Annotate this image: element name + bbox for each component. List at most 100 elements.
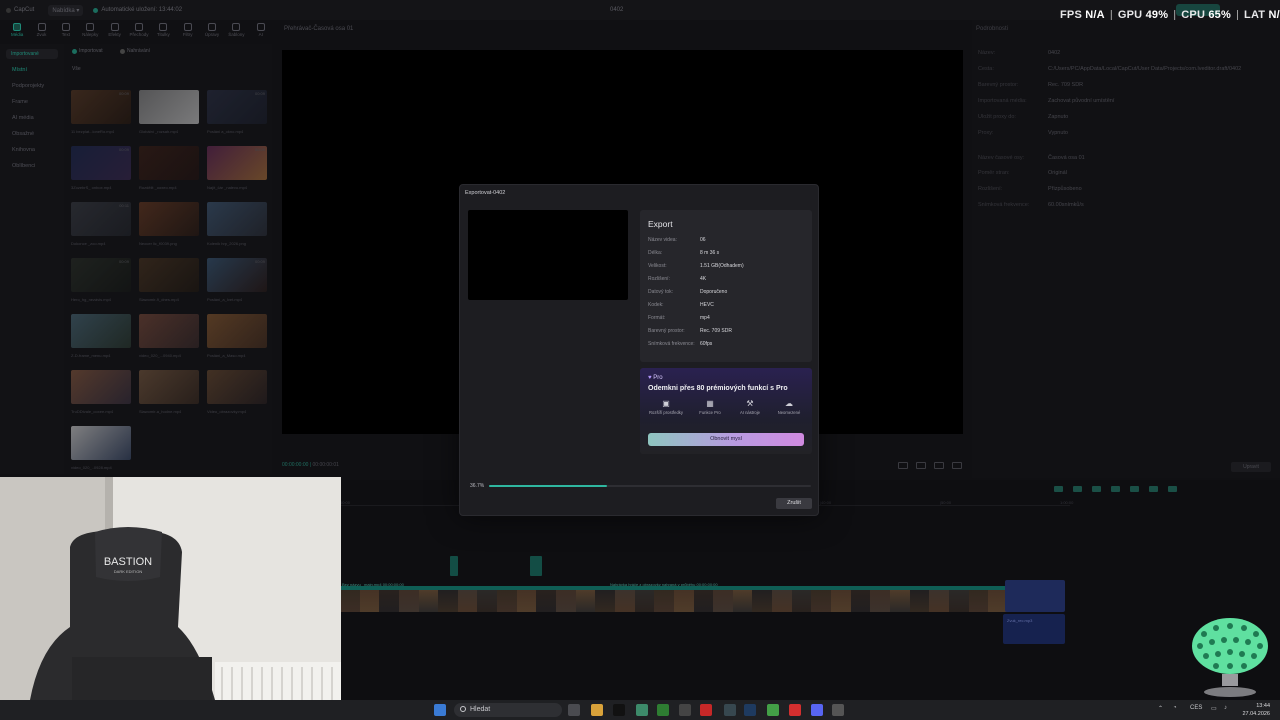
toolbar-tab[interactable]: AI [250, 20, 272, 40]
toolbar-tab[interactable]: Zvuk [30, 20, 52, 40]
thumbnail-name: Rozdělit _ooxeo.mp4 [139, 185, 177, 190]
media-thumbnail[interactable]: 00:11 [71, 202, 131, 236]
filmstrip-frame [850, 590, 871, 612]
media-thumbnail[interactable]: 00:09 [207, 258, 267, 292]
ratio-icon[interactable] [898, 462, 908, 469]
toolbar-tab-icon [208, 23, 217, 31]
mic-icon[interactable] [1054, 486, 1063, 492]
taskbar-search[interactable]: Hledat [454, 703, 562, 717]
media-thumbnail[interactable] [207, 202, 267, 236]
toolbar-tab[interactable]: Text [55, 20, 77, 40]
media-thumbnail[interactable] [139, 90, 199, 124]
media-thumbnail[interactable] [207, 314, 267, 348]
zoom-icon[interactable] [1168, 486, 1177, 492]
filmstrip-frame [575, 590, 596, 612]
media-thumbnail[interactable] [139, 314, 199, 348]
xbox-icon[interactable] [657, 704, 669, 716]
preview-axis-icon[interactable] [1130, 486, 1139, 492]
nav-item-content[interactable]: Obsažné [12, 131, 34, 137]
record-button[interactable]: Nahrávání [120, 48, 150, 54]
media-thumbnail[interactable]: 00:09 [207, 146, 267, 180]
ruler-tick: 1:00:00 [1060, 500, 1074, 505]
export-info-header: Export [648, 219, 673, 229]
filmstrip-frame [948, 590, 969, 612]
export-info-value: 8 m 36 s [700, 250, 720, 256]
magnet-icon[interactable] [1092, 486, 1101, 492]
link-icon[interactable] [1073, 486, 1082, 492]
media-thumbnail[interactable] [71, 314, 131, 348]
nav-item-local[interactable]: Místní [12, 67, 27, 73]
toolbar-tab[interactable]: Úpravy [201, 20, 223, 40]
thumbnail-name: TruDDtvale_ooxee.mp4 [71, 409, 114, 414]
toolbar-tab-label: Úpravy [204, 32, 220, 37]
media-thumbnail[interactable] [139, 370, 199, 404]
split-icon[interactable] [1111, 486, 1120, 492]
sticker-clip[interactable] [530, 556, 542, 576]
menu-button[interactable]: Nabídka ▾ [48, 4, 84, 16]
media-thumbnail[interactable] [207, 370, 267, 404]
export-info-value: 60fps [700, 341, 713, 347]
steam-icon[interactable] [744, 704, 756, 716]
sticker-clip[interactable] [450, 556, 458, 576]
feature-label: Neomezené [777, 410, 801, 415]
cancel-button[interactable]: Zrušit [776, 498, 812, 509]
modify-button[interactable]: Upravit [1231, 462, 1271, 472]
toolbar-tab[interactable]: Přechody [128, 20, 150, 40]
media-thumbnail[interactable] [139, 202, 199, 236]
volume-icon[interactable]: ♪ [1224, 705, 1227, 711]
task-view-icon[interactable] [568, 704, 580, 716]
quality-icon[interactable] [934, 462, 944, 469]
opera-gx-icon[interactable] [789, 704, 801, 716]
toolbar-tab[interactable]: Titulky [152, 20, 174, 40]
opera-icon[interactable] [700, 704, 712, 716]
capcut-taskbar-icon[interactable] [724, 704, 736, 716]
toolbar-tab[interactable]: Nálepky [79, 20, 101, 40]
main-video-track[interactable] [340, 586, 1008, 612]
media-thumbnail[interactable]: 00:09 [71, 90, 131, 124]
toolbar-tab-label: Média [11, 32, 24, 37]
import-button[interactable]: Importovat [72, 48, 103, 54]
obs-icon[interactable] [832, 704, 844, 716]
media-thumbnail[interactable]: 00:09 [207, 90, 267, 124]
start-icon[interactable] [434, 704, 446, 716]
thumbnail-name: video_020_..0928.mp4 [71, 465, 112, 470]
audio-clip[interactable]: Zvuk_rec.mp3 [1003, 614, 1065, 644]
thumbnail-duration: 00:11 [119, 203, 129, 208]
media-thumbnail[interactable]: 00:09 [71, 146, 131, 180]
discord-icon[interactable] [811, 704, 823, 716]
nav-item-subprojects[interactable]: Podporojekty [12, 83, 44, 89]
nav-item-ai-media[interactable]: AI média [12, 115, 34, 121]
media-thumbnail[interactable] [139, 146, 199, 180]
media-thumbnail[interactable] [139, 258, 199, 292]
toolbar-tab[interactable]: Efekty [103, 20, 125, 40]
lang-indicator[interactable]: CES [1190, 705, 1202, 711]
nav-item-favorites[interactable]: Oblíbenci [12, 163, 35, 169]
nav-item-frame[interactable]: Frame [12, 99, 28, 105]
crop-icon[interactable] [916, 462, 926, 469]
overlay-clip[interactable] [1005, 580, 1065, 612]
toolbar-tab[interactable]: Média [6, 20, 28, 40]
nvidia-icon[interactable] [767, 704, 779, 716]
media-thumbnail[interactable] [71, 426, 131, 460]
toolbar-tab[interactable]: Filtry [177, 20, 199, 40]
steam-friends-icon[interactable] [679, 704, 691, 716]
wifi-icon[interactable]: ◔ [1173, 705, 1177, 711]
chatgpt-icon[interactable] [636, 704, 648, 716]
import-category-pill[interactable]: Importované [6, 49, 58, 59]
toolbar-tab[interactable]: Šablony [225, 20, 247, 40]
tiktok-icon[interactable] [613, 704, 625, 716]
nav-item-library[interactable]: Knihovna [12, 147, 35, 153]
media-thumbnail[interactable] [71, 370, 131, 404]
network-icon[interactable]: ▭ [1211, 705, 1217, 712]
taskbar-clock[interactable]: 13:44 27.04.2026 [1238, 702, 1270, 718]
media-thumbnail[interactable]: 00:09 [71, 258, 131, 292]
file-explorer-icon[interactable] [591, 704, 603, 716]
filmstrip-frame [359, 590, 380, 612]
renew-button[interactable]: Obnovit mysl [648, 433, 804, 446]
snap-icon[interactable] [1149, 486, 1158, 492]
fullscreen-icon[interactable] [952, 462, 962, 469]
tray-chevron-icon[interactable]: ⌃ [1158, 705, 1163, 712]
grid-icon: ▦ [706, 399, 714, 408]
filmstrip-frame [673, 590, 694, 612]
filter-all[interactable]: Vše [72, 66, 81, 72]
